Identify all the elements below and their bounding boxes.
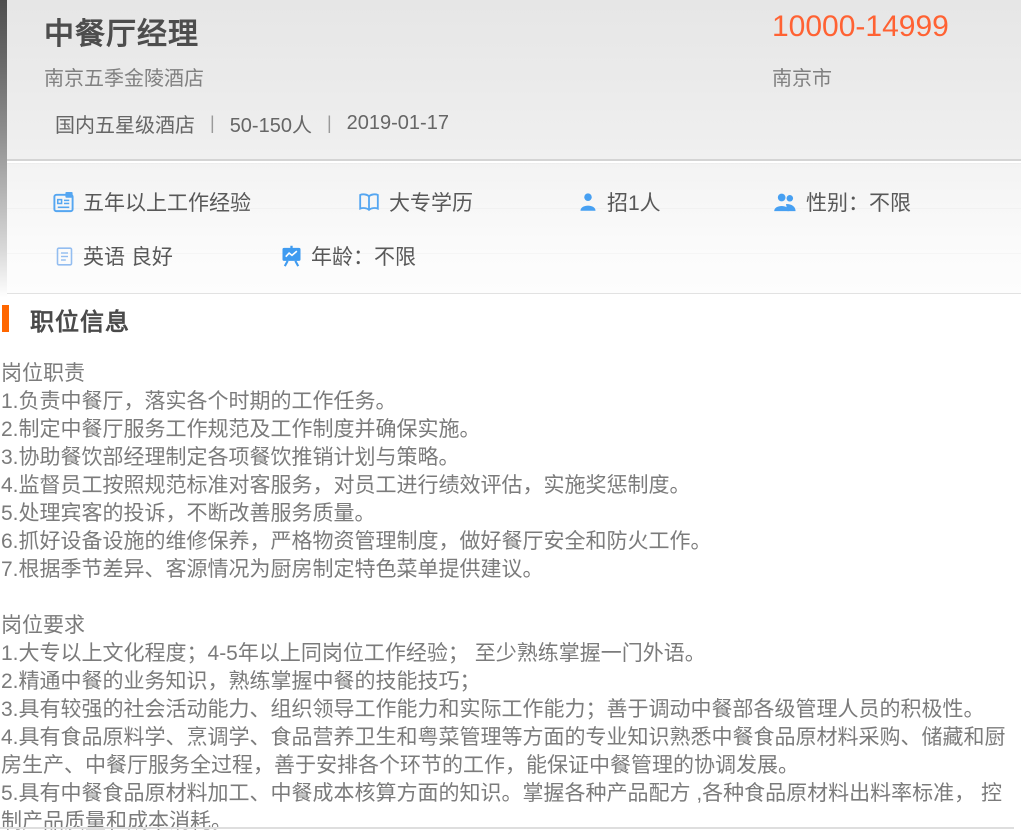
requirement-education: 大专学历 — [357, 189, 473, 215]
job-title: 中餐厅经理 — [44, 9, 199, 53]
age-chart-board-icon — [280, 245, 303, 268]
education-book-icon — [357, 191, 381, 214]
experience-calendar-icon — [52, 191, 75, 214]
requirement-gender: 性别：不限 — [773, 189, 911, 215]
requirement-label: 英语 良好 — [83, 241, 173, 271]
tag-separator: | — [327, 113, 332, 134]
requirement-headcount: 招1人 — [577, 189, 661, 215]
job-city: 南京市 — [772, 62, 832, 91]
tag-company-size: 50-150人 — [230, 109, 312, 138]
job-description-text: 岗位职责 1.负责中餐厅，落实各个时期的工作任务。 2.制定中餐厅服务工作规范及… — [1, 360, 1017, 830]
gender-people-icon — [773, 191, 798, 214]
tag-post-date: 2019-01-17 — [347, 112, 449, 135]
requirement-label: 五年以上工作经验 — [83, 187, 251, 217]
requirement-label: 大专学历 — [389, 187, 473, 217]
bottom-divider — [0, 827, 1014, 829]
requirement-experience: 五年以上工作经验 — [52, 189, 251, 215]
job-header: 中餐厅经理 10000-14999 南京五季金陵酒店 南京市 国内五星级酒店 |… — [7, 0, 1021, 161]
left-edge-shade — [0, 0, 7, 298]
requirement-label: 性别：不限 — [806, 187, 911, 217]
requirement-age: 年龄：不限 — [280, 243, 416, 269]
job-requirements-strip: 五年以上工作经验 大专学历 招1人 性别：不限 — [7, 163, 1021, 294]
requirement-label: 年龄：不限 — [311, 241, 416, 271]
tag-separator: | — [210, 113, 215, 134]
requirement-label: 招1人 — [607, 187, 661, 217]
tag-company-type: 国内五星级酒店 — [55, 109, 195, 138]
salary-range: 10000-14999 — [772, 10, 949, 44]
section-title: 职位信息 — [30, 302, 130, 337]
requirement-language: 英语 良好 — [54, 243, 173, 269]
language-document-icon — [54, 245, 75, 268]
company-name: 南京五季金陵酒店 — [44, 62, 204, 91]
company-tags: 国内五星级酒店 | 50-150人 | 2019-01-17 — [55, 109, 449, 138]
section-accent-bar — [2, 305, 9, 332]
headcount-person-icon — [577, 191, 599, 214]
